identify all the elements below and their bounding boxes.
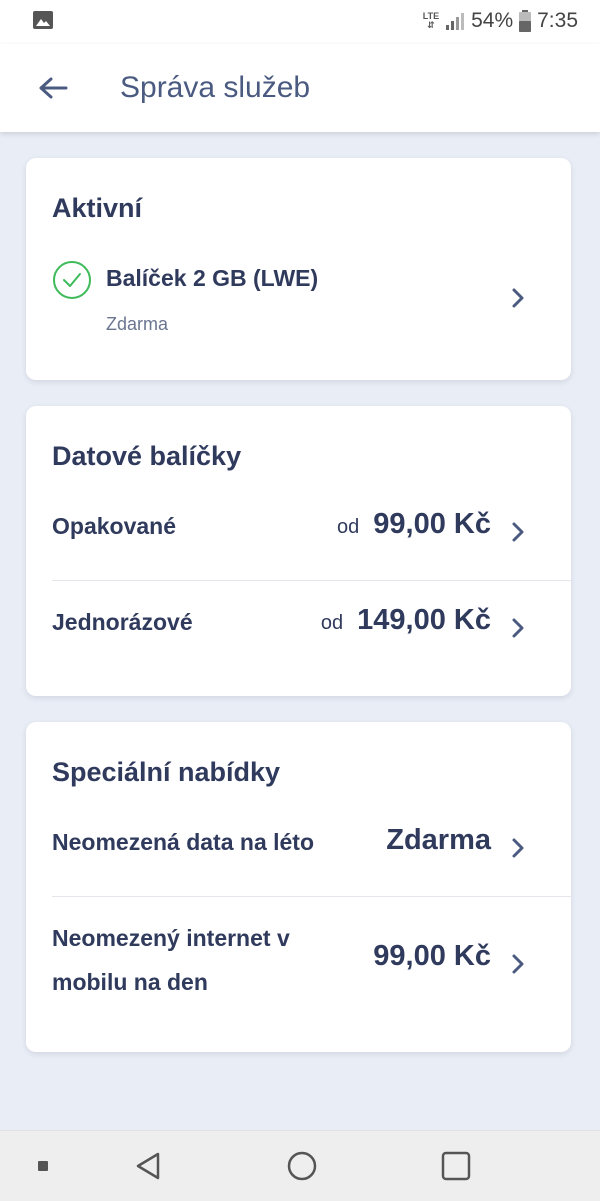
nav-recents-button[interactable] — [421, 1131, 491, 1201]
row-label-line1: Neomezený internet v — [52, 925, 290, 951]
active-card: Aktivní Balíček 2 GB (LWE) Zdarma — [26, 158, 571, 380]
active-package-name: Balíček 2 GB (LWE) — [106, 265, 319, 291]
app-bar: Správa služeb — [0, 44, 600, 132]
active-package-row[interactable]: Balíček 2 GB (LWE) Zdarma — [26, 248, 571, 348]
nav-home-icon — [287, 1151, 317, 1181]
clock: 7:35 — [537, 9, 578, 32]
chevron-right-icon — [512, 288, 524, 308]
data-package-row-recurring[interactable]: Opakované od 99,00 Kč — [26, 502, 571, 572]
price-prefix: od — [337, 516, 360, 538]
chevron-right-icon — [512, 954, 524, 974]
active-title: Aktivní — [52, 193, 143, 223]
signal-icon — [446, 13, 465, 30]
network-type: LTE ⇵ — [422, 11, 440, 30]
special-offers-title: Speciální nabídky — [52, 757, 281, 787]
divider — [52, 896, 572, 897]
price: od 99,00 Kč — [337, 508, 491, 541]
price: Zdarma — [386, 824, 491, 857]
row-label: Jednorázové — [52, 609, 193, 635]
back-button[interactable] — [26, 66, 80, 110]
data-packages-card: Datové balíčky Opakované od 99,00 Kč Jed… — [26, 406, 572, 696]
status-bar: LTE ⇵ 54% 7:35 — [0, 0, 600, 44]
check-circle-icon — [53, 261, 91, 299]
status-indicators: LTE ⇵ 54% 7:35 — [423, 6, 578, 36]
chevron-right-icon — [512, 838, 524, 858]
price-value: Zdarma — [386, 824, 491, 856]
back-arrow-icon — [39, 77, 68, 99]
row-label: Opakované — [52, 513, 176, 539]
price-value: 99,00 Kč — [373, 508, 491, 540]
price-prefix: od — [320, 612, 344, 634]
price-value: 99,00 Kč — [373, 940, 491, 972]
row-label: Neomezená data na léto — [52, 829, 315, 855]
data-packages-title: Datové balíčky — [52, 441, 242, 471]
price-value: 149,00 Kč — [357, 604, 491, 636]
battery-icon — [519, 10, 532, 32]
nav-home-button[interactable] — [267, 1131, 337, 1201]
chevron-right-icon — [512, 618, 524, 638]
nav-back-icon — [136, 1152, 160, 1180]
image-icon — [33, 11, 53, 29]
row-label-line2: mobilu na den — [52, 969, 208, 995]
divider — [52, 580, 572, 581]
page-title: Správa služeb — [120, 71, 311, 104]
nav-extra-button[interactable] — [8, 1131, 78, 1201]
nav-recents-icon — [441, 1151, 471, 1181]
chevron-right-icon — [512, 522, 524, 542]
special-offers-card: Speciální nabídky Neomezená data na léto… — [26, 722, 572, 1052]
special-offer-row-summer[interactable]: Neomezená data na léto Zdarma — [26, 818, 571, 888]
navigation-bar — [0, 1130, 600, 1201]
nav-dot-icon — [38, 1161, 48, 1171]
data-package-row-onetime[interactable]: Jednorázové od 149,00 Kč — [26, 598, 571, 668]
nav-back-button[interactable] — [113, 1131, 183, 1201]
price: od 149,00 Kč — [321, 604, 491, 637]
battery-percent: 54% — [471, 9, 514, 32]
special-offer-row-daily[interactable]: Neomezený internet v mobilu na den 99,00… — [26, 914, 571, 1014]
price: 99,00 Kč — [373, 940, 491, 973]
active-package-price: Zdarma — [106, 314, 169, 334]
